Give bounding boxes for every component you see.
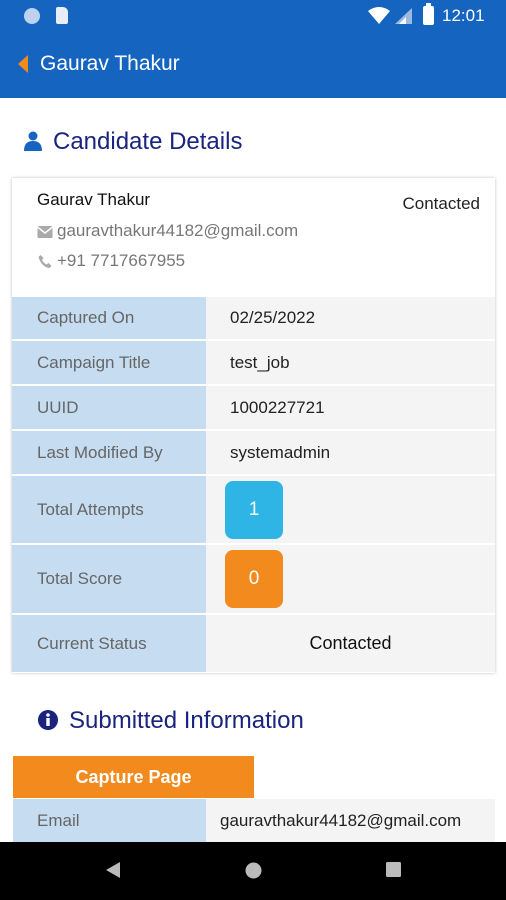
details-table: Captured On 02/25/2022 Campaign Title te… [12, 297, 495, 672]
candidate-card: Gaurav Thakur Contacted gauravthakur4418… [12, 178, 495, 673]
info-icon [38, 710, 58, 730]
back-arrow-icon [18, 55, 28, 73]
candidate-details-heading: Candidate Details [24, 127, 424, 161]
signal-icon [395, 8, 412, 24]
table-row: Captured On 02/25/2022 [12, 297, 495, 341]
row-value: 02/25/2022 [206, 297, 495, 339]
row-label: Campaign Title [12, 341, 206, 384]
attempts-badge: 1 [225, 480, 283, 539]
candidate-name: Gaurav Thakur [37, 190, 151, 209]
submitted-information-heading: Submitted Information [38, 706, 438, 740]
nav-home-icon[interactable] [245, 862, 262, 879]
score-badge: 0 [225, 550, 283, 608]
system-nav-bar [0, 842, 506, 900]
battery-icon [423, 3, 434, 25]
nav-recents-icon[interactable] [386, 862, 401, 877]
status-bar: 12:01 [0, 0, 506, 32]
candidate-email-row[interactable]: gauravthakur44182@gmail.com [37, 221, 298, 241]
table-row: Campaign Title test_job [12, 341, 495, 386]
section-title-text: Submitted Information [69, 707, 304, 734]
row-value: test_job [206, 341, 495, 384]
row-label: Captured On [12, 297, 206, 339]
table-row: Total Score 0 [12, 545, 495, 615]
current-status-value: Contacted [206, 615, 495, 672]
tab-capture-page[interactable]: Capture Page [13, 756, 254, 798]
back-button[interactable] [14, 52, 34, 78]
envelope-icon [37, 225, 53, 238]
row-value: 0 [206, 545, 495, 613]
clock: 12:01 [442, 6, 485, 25]
table-row: Email gauravthakur44182@gmail.com [13, 799, 495, 843]
row-label: Current Status [12, 615, 206, 672]
candidate-phone: +91 7717667955 [57, 251, 186, 270]
row-value: gauravthakur44182@gmail.com [206, 799, 495, 843]
table-row: Total Attempts 1 [12, 476, 495, 545]
row-label: Last Modified By [12, 431, 206, 474]
row-label: Email [13, 799, 206, 843]
row-label: Total Attempts [12, 476, 206, 543]
user-icon [24, 131, 42, 151]
notification-dot-icon [24, 8, 40, 24]
section-title-text: Candidate Details [53, 128, 243, 155]
candidate-email: gauravthakur44182@gmail.com [57, 221, 299, 240]
candidate-phone-row[interactable]: +91 7717667955 [37, 251, 185, 271]
app-bar: Gaurav Thakur [0, 32, 506, 98]
phone-icon [38, 255, 52, 269]
row-value: systemadmin [206, 431, 495, 474]
wifi-icon [368, 7, 390, 24]
table-row: Current Status Contacted [12, 615, 495, 672]
sd-card-icon [56, 7, 68, 24]
nav-back-icon[interactable] [106, 862, 120, 878]
page-title: Gaurav Thakur [40, 52, 180, 75]
row-value: 1 [206, 476, 495, 543]
status-badge: Contacted [402, 194, 481, 213]
row-label: Total Score [12, 545, 206, 613]
table-row: Last Modified By systemadmin [12, 431, 495, 476]
row-value: 1000227721 [206, 386, 495, 429]
table-row: UUID 1000227721 [12, 386, 495, 431]
row-label: UUID [12, 386, 206, 429]
